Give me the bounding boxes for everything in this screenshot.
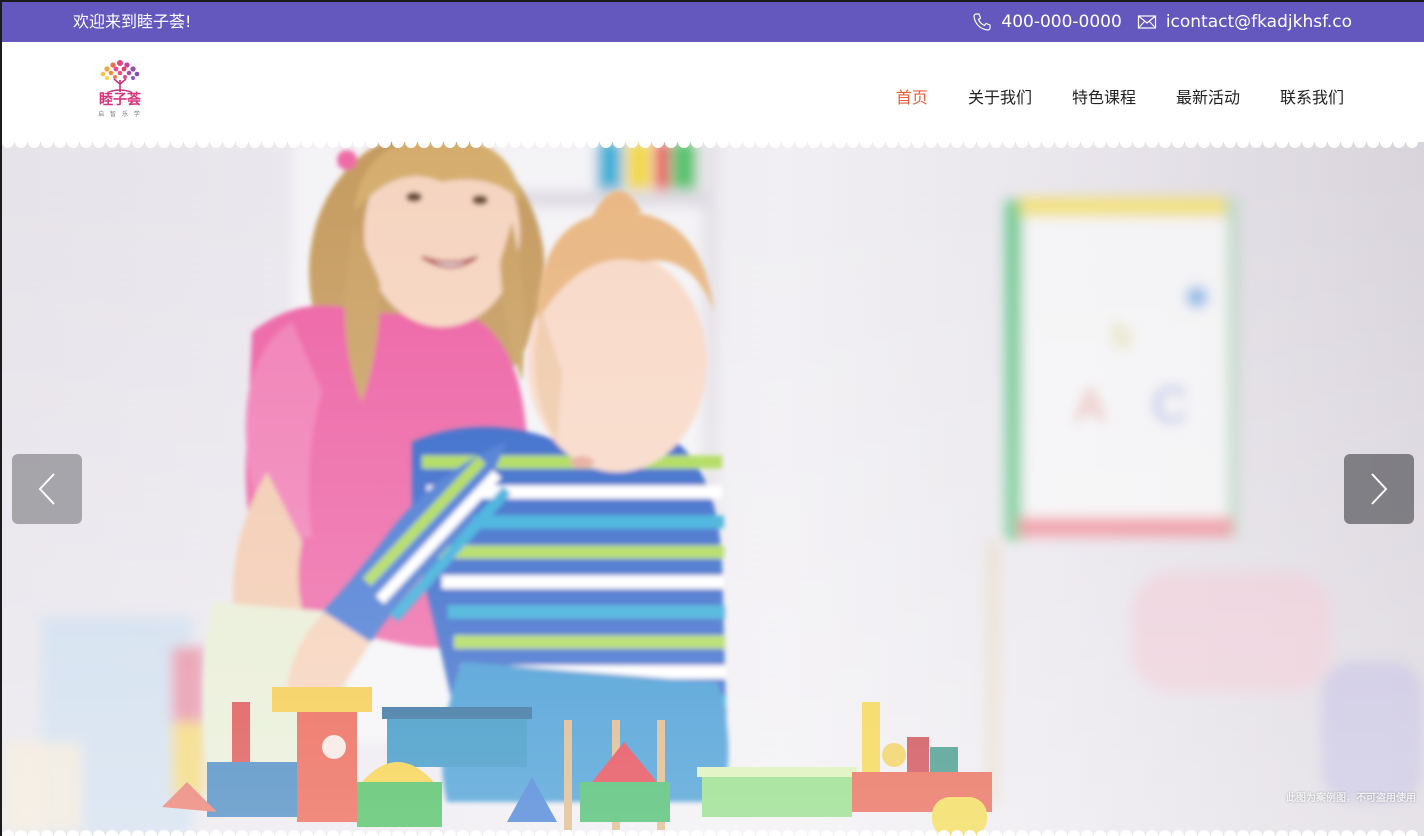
next-slide-button[interactable] <box>1344 454 1414 524</box>
email-address[interactable]: icontact@fkadjkhsf.co <box>1166 11 1352 33</box>
nav-item-home[interactable]: 首页 <box>896 87 928 109</box>
nav-item-courses[interactable]: 特色课程 <box>1072 87 1136 109</box>
main-nav: 首页 关于我们 特色课程 最新活动 联系我们 <box>856 87 1344 109</box>
chevron-left-icon <box>38 473 55 505</box>
top-bar: 欢迎来到睦子荟! 400-000-0000 icontact@fkadjkhsf… <box>2 2 1424 42</box>
phone-icon <box>972 12 992 32</box>
prev-slide-button[interactable] <box>12 454 82 524</box>
scallop-bottom-border <box>2 830 1418 836</box>
site-logo[interactable]: 睦子荟 启 智 乐 学 <box>92 58 148 124</box>
hero-banner: A C b <box>2 142 1424 836</box>
nav-item-contact[interactable]: 联系我们 <box>1280 87 1344 109</box>
welcome-text: 欢迎来到睦子荟! <box>73 12 192 31</box>
logo-tree-icon <box>100 60 140 93</box>
contact-info: 400-000-0000 icontact@fkadjkhsf.co <box>972 11 1352 33</box>
chevron-right-icon <box>1371 473 1388 505</box>
image-watermark: 此图为案例图，不可盗用使用 <box>1286 793 1416 804</box>
hero-photo: A C b <box>2 142 1424 836</box>
phone-number[interactable]: 400-000-0000 <box>1001 11 1121 33</box>
nav-item-about[interactable]: 关于我们 <box>968 87 1032 109</box>
logo-name: 睦子荟 <box>99 92 141 108</box>
mail-icon <box>1137 12 1157 32</box>
header: 睦子荟 启 智 乐 学 首页 关于我们 特色课程 最新活动 联系我们 <box>2 42 1424 142</box>
nav-item-events[interactable]: 最新活动 <box>1176 87 1240 109</box>
scallop-top-border <box>2 142 1418 148</box>
logo-slogan: 启 智 乐 学 <box>98 111 142 118</box>
